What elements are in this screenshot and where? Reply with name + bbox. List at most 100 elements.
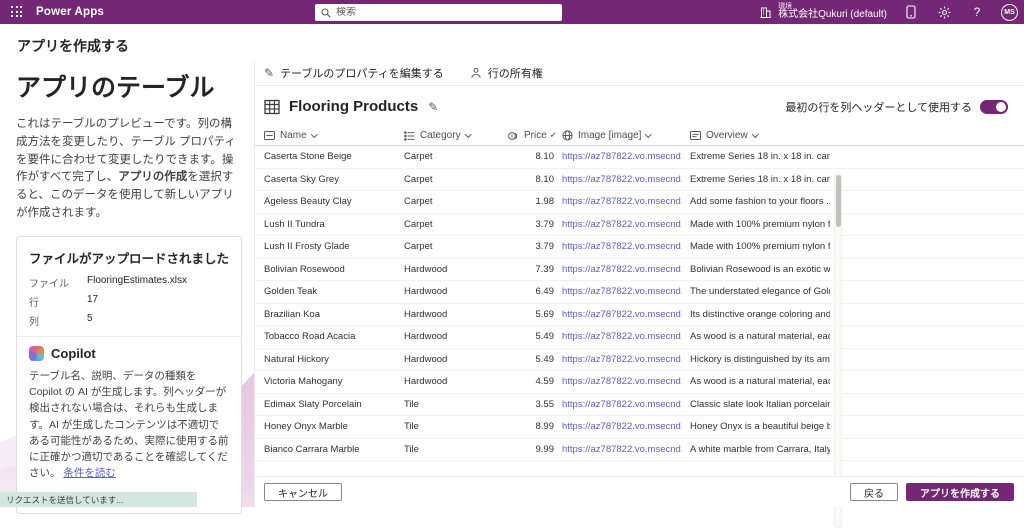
cancel-button[interactable]: キャンセル	[264, 483, 342, 501]
cell-overview: Made with 100% premium nylon f...	[690, 241, 830, 252]
image-url-link[interactable]: https://az787822.vo.msecnd.net/d...	[562, 286, 682, 297]
account-avatar[interactable]: MS	[1001, 4, 1018, 21]
cell-name: Bolivian Rosewood	[264, 264, 396, 275]
description-bold: アプリの作成	[118, 171, 187, 183]
column-header-category[interactable]: Category	[404, 130, 500, 141]
column-label-price: Price	[524, 130, 547, 141]
image-url-link[interactable]: https://az787822.vo.msecnd.net/d...	[562, 219, 682, 230]
columns-label: 列	[29, 313, 87, 328]
image-url-link[interactable]: https://az787822.vo.msecnd.net/d...	[562, 354, 682, 365]
table-row[interactable]: Lush II Frosty Glade Carpet 3.79 https:/…	[255, 236, 1024, 259]
table-grid-icon	[264, 99, 280, 115]
search-input[interactable]	[336, 7, 556, 18]
table-row[interactable]: Honey Onyx Marble Tile 8.99 https://az78…	[255, 416, 1024, 439]
image-url-link[interactable]: https://az787822.vo.msecnd.net/d...	[562, 376, 682, 387]
settings-gear-icon[interactable]	[935, 3, 953, 21]
copilot-icon	[29, 346, 44, 361]
app-launcher-icon[interactable]	[0, 0, 34, 24]
app-title[interactable]: Power Apps	[36, 6, 104, 18]
table-row[interactable]: Golden Teak Hardwood 6.49 https://az7878…	[255, 281, 1024, 304]
cell-category: Tile	[404, 399, 500, 410]
scrollbar-thumb[interactable]	[836, 175, 841, 227]
image-url-link[interactable]: https://az787822.vo.msecnd.net/d...	[562, 151, 682, 162]
cell-price: 1.98	[508, 196, 554, 207]
column-header-overview[interactable]: Overview	[690, 130, 830, 141]
help-icon[interactable]: ?	[968, 3, 986, 21]
cell-category: Hardwood	[404, 286, 500, 297]
column-header-price[interactable]: Price	[508, 130, 554, 141]
top-app-bar: Power Apps 環境 株式会社Qukuri (default)	[0, 0, 1024, 24]
cell-name: Natural Hickory	[264, 354, 396, 365]
upload-card-title: ファイルがアップロードされました	[29, 248, 229, 267]
cell-overview: As wood is a natural material, eac...	[690, 331, 830, 342]
row-ownership-button[interactable]: 行の所有権	[470, 65, 543, 81]
table-row[interactable]: Brazilian Koa Hardwood 5.69 https://az78…	[255, 304, 1024, 327]
currency-column-icon	[508, 131, 519, 141]
table-row[interactable]: Victoria Mahogany Hardwood 4.59 https://…	[255, 371, 1024, 394]
row-ownership-label: 行の所有権	[488, 65, 543, 81]
image-url-link[interactable]: https://az787822.vo.msecnd.net/d...	[562, 331, 682, 342]
cell-category: Tile	[404, 421, 500, 432]
table-row[interactable]: Bianco Carrara Marble Tile 9.99 https://…	[255, 439, 1024, 462]
chevron-down-icon	[465, 131, 471, 137]
table-row[interactable]: Caserta Sky Grey Carpet 8.10 https://az7…	[255, 169, 1024, 192]
rows-value: 17	[87, 294, 98, 309]
cell-name: Ageless Beauty Clay	[264, 196, 396, 207]
cell-price: 3.79	[508, 219, 554, 230]
cell-price: 8.10	[508, 151, 554, 162]
table-row[interactable]: Bolivian Rosewood Hardwood 7.39 https://…	[255, 259, 1024, 282]
table-row[interactable]: Caserta Stone Beige Carpet 8.10 https://…	[255, 146, 1024, 169]
table-scrollbar[interactable]	[834, 173, 842, 528]
cell-category: Hardwood	[404, 264, 500, 275]
image-url-link[interactable]: https://az787822.vo.msecnd.net/d...	[562, 264, 682, 275]
chevron-down-icon	[551, 132, 556, 137]
first-row-header-toggle[interactable]	[980, 100, 1008, 114]
table-row[interactable]: Ageless Beauty Clay Carpet 1.98 https://…	[255, 191, 1024, 214]
table-body: Caserta Stone Beige Carpet 8.10 https://…	[255, 146, 1024, 461]
table-row[interactable]: Natural Hickory Hardwood 5.49 https://az…	[255, 349, 1024, 372]
image-url-link[interactable]: https://az787822.vo.msecnd.net/d...	[562, 174, 682, 185]
chevron-down-icon	[752, 131, 758, 137]
cell-name: Honey Onyx Marble	[264, 421, 396, 432]
image-url-link[interactable]: https://az787822.vo.msecnd.net/d...	[562, 241, 682, 252]
image-url-link[interactable]: https://az787822.vo.msecnd.net/d...	[562, 196, 682, 207]
cell-name: Edimax Slaty Porcelain	[264, 399, 396, 410]
table-preview-panel: ✎ テーブルのプロパティを編集する 行の所有権 Flooring Product…	[255, 60, 1024, 507]
column-label-category: Category	[420, 130, 461, 141]
table-row[interactable]: Tobacco Road Acacia Hardwood 5.49 https:…	[255, 326, 1024, 349]
image-url-link[interactable]: https://az787822.vo.msecnd.net/d...	[562, 444, 682, 455]
cell-price: 5.49	[508, 331, 554, 342]
back-button[interactable]: 戻る	[850, 483, 898, 501]
edit-table-properties-button[interactable]: ✎ テーブルのプロパティを編集する	[264, 65, 444, 81]
person-icon	[470, 67, 482, 79]
image-url-link[interactable]: https://az787822.vo.msecnd.net/d...	[562, 421, 682, 432]
table-row[interactable]: Lush II Tundra Carpet 3.79 https://az787…	[255, 214, 1024, 237]
file-label: ファイル	[29, 275, 87, 290]
mobile-app-icon[interactable]	[902, 3, 920, 21]
column-label-image: Image [image]	[578, 130, 641, 141]
multiline-text-column-icon	[690, 131, 701, 140]
search-box[interactable]	[315, 4, 562, 21]
cell-overview: As wood is a natural material, eac...	[690, 376, 830, 387]
cell-name: Caserta Sky Grey	[264, 174, 396, 185]
cell-category: Hardwood	[404, 309, 500, 320]
table-row[interactable]: Edimax Slaty Porcelain Tile 3.55 https:/…	[255, 394, 1024, 417]
copilot-disclaimer: テーブル名、説明、データの種類を Copilot の AI が生成します。列ヘッ…	[29, 368, 229, 482]
pencil-icon: ✎	[264, 66, 274, 80]
text-column-icon	[264, 131, 275, 140]
create-app-button[interactable]: アプリを作成する	[906, 483, 1014, 501]
cell-name: Golden Teak	[264, 286, 396, 297]
file-field: ファイル FlooringEstimates.xlsx	[29, 275, 229, 290]
environment-picker[interactable]: 環境 株式会社Qukuri (default)	[759, 3, 887, 21]
cell-overview: Its distinctive orange coloring and...	[690, 309, 830, 320]
image-url-link[interactable]: https://az787822.vo.msecnd.net/d...	[562, 309, 682, 320]
column-header-image[interactable]: Image [image]	[562, 130, 682, 141]
column-header-name[interactable]: Name	[264, 130, 396, 141]
first-row-header-label: 最初の行を列ヘッダーとして使用する	[785, 99, 972, 115]
read-terms-link[interactable]: 条件を読む	[63, 467, 116, 479]
edit-table-name-icon[interactable]: ✎	[428, 100, 438, 114]
cell-overview: Hickory is distinguished by its am...	[690, 354, 830, 365]
image-url-link[interactable]: https://az787822.vo.msecnd.net/d...	[562, 399, 682, 410]
status-toast: リクエストを送信しています...	[0, 492, 197, 507]
cell-name: Tobacco Road Acacia	[264, 331, 396, 342]
